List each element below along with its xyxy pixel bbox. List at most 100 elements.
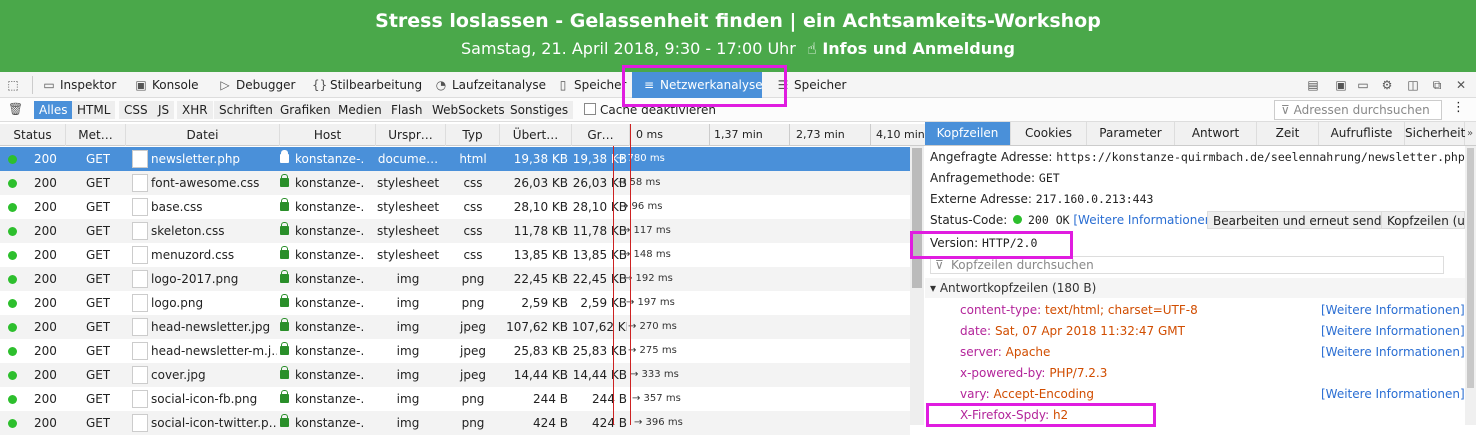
tab-headers[interactable]: Kopfzeilen (925, 122, 1011, 145)
status-ok-icon (8, 203, 17, 212)
col-type[interactable]: Typ (446, 124, 500, 146)
cell-method: GET (86, 392, 111, 406)
table-row[interactable]: 200 GET skeleton.css konstanze-… stylesheet c… (0, 219, 910, 243)
filter-images[interactable]: Grafiken (275, 101, 336, 119)
tab-inspector[interactable]: ▭ Inspektor (42, 72, 116, 98)
tab-style-editor[interactable]: {} Stilbearbeitung (312, 72, 422, 98)
highlight-spdy (926, 403, 1156, 427)
cell-transferred: 13,85 KB (513, 248, 568, 262)
table-row[interactable]: 200 GET base.css konstanze-… stylesheet css 28… (0, 195, 910, 219)
table-row[interactable]: 200 GET menuzord.css konstanze-… stylesheet c… (0, 243, 910, 267)
filter-media[interactable]: Medien (333, 101, 387, 119)
request-method-row: Anfragemethode: GET (930, 171, 1060, 185)
filter-js[interactable]: JS (153, 101, 175, 119)
table-row[interactable]: 200 GET head-newsletter.jpg konstanze-… img j… (0, 315, 910, 339)
status-more-info-link[interactable]: [Weitere Informationen] (1073, 213, 1217, 227)
remote-address-row: Externe Adresse: 217.160.0.213:443 (930, 192, 1154, 206)
edit-resend-button[interactable]: Bearbeiten und erneut senden (1207, 211, 1403, 229)
cell-type: css (463, 248, 483, 262)
col-size[interactable]: Gr… (572, 124, 630, 146)
filter-html[interactable]: HTML (72, 101, 116, 119)
clear-button[interactable]: 🗑 (8, 97, 26, 121)
tab-memory[interactable]: ▯ Speicher (556, 72, 627, 98)
tab-console[interactable]: ▣ Konsole (134, 72, 198, 98)
pick-element-button[interactable]: ⬚ (6, 72, 24, 98)
url-filter-input[interactable]: ⊽ Adressen durchsuchen (1274, 100, 1442, 120)
col-cause[interactable]: Urspr… (376, 124, 446, 146)
pick-element-icon: ⬚ (7, 78, 19, 92)
undock-button[interactable]: ⧉ (1430, 72, 1448, 98)
responsive-mode-button[interactable]: ▤ (1306, 72, 1324, 98)
table-row[interactable]: 200 GET logo-2017.png konstanze-… img png 22,4… (0, 267, 910, 291)
table-row[interactable]: 200 GET social-icon-twitter.p… konstanze-… i… (0, 411, 910, 435)
header-more-info-link[interactable]: [Weitere Informationen] (1321, 387, 1465, 401)
request-list-scrollbar[interactable] (910, 146, 924, 425)
tab-params[interactable]: Parameter (1087, 122, 1175, 145)
header-more-info-link[interactable]: [Weitere Informationen] (1321, 345, 1465, 359)
close-devtools-button[interactable]: ✕ (1454, 72, 1472, 98)
filter-xhr[interactable]: XHR (177, 101, 213, 119)
filter-flash[interactable]: Flash (386, 101, 428, 119)
cell-file: newsletter.php (151, 152, 241, 166)
tab-performance[interactable]: ◔ Laufzeitanalyse (434, 72, 546, 98)
filter-all[interactable]: Alles (34, 101, 73, 119)
status-ok-icon (8, 371, 17, 380)
response-header-row: x-powered-by: PHP/7.2.3 (960, 366, 1107, 380)
col-method[interactable]: Met… (66, 124, 126, 146)
file-thumbnail-icon (132, 390, 148, 408)
response-headers-section[interactable]: ▾ Antwortkopfzeilen (180 B) (925, 278, 1465, 298)
table-row[interactable]: 200 GET newsletter.php konstanze-… docume… ht… (0, 147, 910, 171)
table-row[interactable]: 200 GET logo.png konstanze-… img png 2,59 KB 2,… (0, 291, 910, 315)
cell-type: html (459, 152, 487, 166)
file-thumbnail-icon (132, 270, 148, 288)
filter-fonts[interactable]: Schriften (214, 101, 278, 119)
detail-scrollbar[interactable] (1465, 146, 1476, 425)
header-name: server: (960, 345, 1002, 359)
filter-websockets[interactable]: WebSockets (427, 101, 510, 119)
table-row[interactable]: 200 GET cover.jpg konstanze-… img jpeg 14,44 K… (0, 363, 910, 387)
cell-transferred: 244 B (533, 392, 568, 406)
screenshot-button[interactable]: ▣ (1334, 72, 1352, 98)
col-host[interactable]: Host (280, 124, 376, 146)
cache-checkbox[interactable] (584, 103, 596, 115)
banner-info-link[interactable]: ☝ Infos und Anmeldung (807, 39, 1015, 58)
tab-stack-trace[interactable]: Aufrufliste (1319, 122, 1405, 145)
table-row[interactable]: 200 GET social-icon-fb.png konstanze-… img pn… (0, 387, 910, 411)
cell-cause: stylesheet (376, 224, 440, 238)
tab-cookies[interactable]: Cookies (1011, 122, 1087, 145)
cell-status: 200 (34, 176, 57, 190)
raw-headers-button[interactable]: Kopfzeilen (unfo (1381, 211, 1465, 229)
settings-button[interactable]: ⚙ (1380, 72, 1398, 98)
cell-transferred: 14,44 KB (513, 368, 568, 382)
header-more-info-link[interactable]: [Weitere Informationen] (1321, 324, 1465, 338)
col-transferred[interactable]: Übert… (500, 124, 572, 146)
cell-type: css (463, 200, 483, 214)
lock-icon (280, 294, 289, 307)
tab-security[interactable]: Sicherheit (1405, 122, 1465, 145)
table-row[interactable]: 200 GET font-awesome.css konstanze-… stylesh… (0, 171, 910, 195)
chevron-right-icon[interactable]: » (1467, 122, 1473, 145)
lock-icon (280, 318, 289, 331)
cell-file: font-awesome.css (151, 176, 260, 190)
close-icon: ✕ (1455, 78, 1467, 92)
col-status[interactable]: Status (0, 124, 66, 146)
filter-other[interactable]: Sonstiges (505, 101, 574, 119)
lock-icon (280, 246, 289, 259)
file-thumbnail-icon (132, 318, 148, 336)
col-file[interactable]: Datei (126, 124, 280, 146)
tab-timings[interactable]: Zeit (1257, 122, 1319, 145)
header-more-info-link[interactable]: [Weitere Informationen] (1321, 303, 1465, 317)
responsive-icon: ▤ (1307, 78, 1319, 92)
file-thumbnail-icon (132, 342, 148, 360)
cell-size: 2,59 KB (580, 296, 627, 310)
scratchpad-button[interactable]: ▭ (1356, 72, 1374, 98)
table-row[interactable]: 200 GET head-newsletter-m.j… konstanze-… img… (0, 339, 910, 363)
options-icon[interactable]: ⋮ (1452, 100, 1465, 115)
tab-response[interactable]: Antwort (1175, 122, 1257, 145)
dock-side-button[interactable]: ◫ (1406, 72, 1424, 98)
cell-method: GET (86, 320, 111, 334)
filter-css[interactable]: CSS (119, 101, 153, 119)
cell-status: 200 (34, 392, 57, 406)
tab-debugger[interactable]: ▷ Debugger (218, 72, 295, 98)
cell-transferred: 107,62 KB (506, 320, 568, 334)
